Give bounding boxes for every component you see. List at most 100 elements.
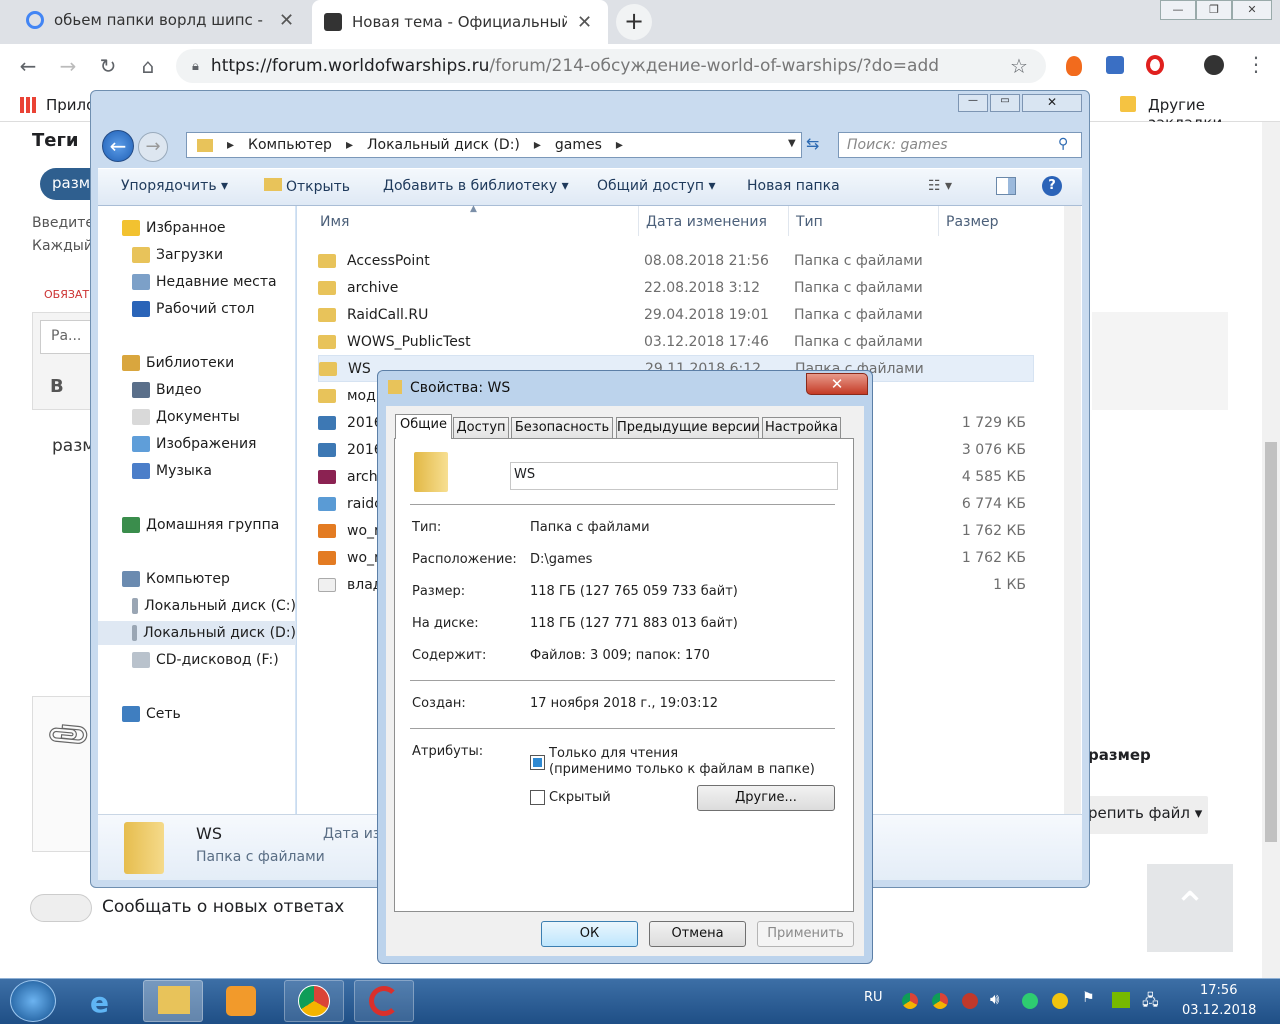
file-row[interactable]: AccessPoint 08.08.2018 21:56 Папка с файла… [318,247,1034,274]
update-tray-icon[interactable] [1052,993,1068,1009]
nav-item[interactable]: Компьютер [98,567,296,591]
flag-icon[interactable]: ⚑ [1082,990,1095,1006]
column-divider[interactable] [938,206,939,236]
share-menu[interactable]: Общий доступ ▾ [597,178,716,194]
explorer-search-input[interactable]: Поиск: games [838,132,1082,158]
file-row[interactable]: archive 22.08.2018 3:12 Папка с файлами [318,274,1034,301]
explorer-forward-icon[interactable]: → [138,132,168,162]
explorer-back-icon[interactable]: ← [102,130,134,162]
column-date[interactable]: Дата изменения [646,214,767,230]
explorer-close-button[interactable]: ✕ [1022,94,1082,112]
nav-item[interactable]: Локальный диск (C:) [98,594,296,618]
tab-security[interactable]: Безопасность [511,417,613,439]
breadcrumb-games[interactable]: games [555,137,602,153]
tab-previous-versions[interactable]: Предыдущие версии [616,417,760,439]
maximize-button[interactable]: ❐ [1196,0,1232,20]
ws-extension-icon[interactable] [1106,56,1124,74]
ok-button[interactable]: ОК [541,921,638,947]
apply-button[interactable]: Применить [757,921,854,947]
cancel-button[interactable]: Отмена [649,921,746,947]
bookmark-apps[interactable]: Прило [46,96,95,114]
breadcrumb-computer[interactable]: Компьютер [248,137,332,153]
refresh-icon[interactable]: ⇆ [806,134,819,153]
advanced-button[interactable]: Другие... [697,785,835,811]
chrome-tray-icon[interactable] [932,993,948,1009]
column-name[interactable]: Имя [320,214,349,230]
close-tab-icon[interactable]: ✕ [279,10,294,31]
file-row[interactable]: RaidCall.RU 29.04.2018 19:01 Папка с файла… [318,301,1034,328]
nav-item[interactable]: Сеть [98,702,296,726]
breadcrumb-drive-d[interactable]: Локальный диск (D:) [367,137,520,153]
nav-item[interactable]: Библиотеки [98,351,296,375]
scroll-top-icon[interactable]: ⌃ [1147,864,1233,952]
nav-item[interactable]: Рабочий стол [98,297,296,321]
explorer-breadcrumb[interactable]: ▸ Компьютер ▸ Локальный диск (D:) ▸ game… [186,132,802,158]
bookmark-star-icon[interactable]: ☆ [1010,54,1028,78]
home-icon[interactable]: ⌂ [134,54,162,78]
language-indicator[interactable]: RU [864,990,883,1005]
attach-file-button[interactable]: репить файл ▾ [1088,796,1208,834]
start-button[interactable] [10,980,56,1022]
menu-icon[interactable]: ⋮ [1246,52,1266,76]
opera-extension-icon[interactable] [1146,55,1164,75]
column-type[interactable]: Тип [796,214,823,230]
sync-tray-icon[interactable] [1022,993,1038,1009]
dialog-close-button[interactable]: ✕ [806,373,868,395]
file-row[interactable]: WOWS_PublicTest 03.12.2018 17:46 Папка с ф… [318,328,1034,355]
nav-item[interactable]: Локальный диск (D:) [98,621,296,645]
reload-icon[interactable]: ↻ [94,54,122,78]
tab-customize[interactable]: Настройка [762,417,841,439]
tab-sharing[interactable]: Доступ [453,417,509,439]
nav-item[interactable]: Загрузки [98,243,296,267]
close-tab-icon[interactable]: ✕ [577,12,592,33]
clock-date[interactable]: 03.12.2018 [1182,1003,1256,1018]
ninja-extension-icon[interactable] [1204,55,1224,75]
hidden-checkbox[interactable] [530,790,545,805]
column-size[interactable]: Размер [946,214,999,230]
nav-item[interactable]: Избранное [98,216,296,240]
help-icon[interactable]: ? [1042,176,1062,196]
volume-icon[interactable]: 🔊︎ [990,990,999,1008]
chrome-tray-icon[interactable] [902,993,918,1009]
notify-toggle[interactable] [30,894,92,922]
address-dropdown-icon[interactable]: ▼ [788,138,796,149]
nav-item[interactable]: Недавние места [98,270,296,294]
open-command[interactable]: Открыть [264,178,350,195]
add-to-library-menu[interactable]: Добавить в библиотеку ▾ [383,178,569,194]
search-icon[interactable]: ⚲ [1058,136,1068,152]
ie-icon[interactable]: e [90,986,109,1019]
nvidia-icon[interactable] [1112,992,1130,1008]
nav-item[interactable]: Музыка [98,459,296,483]
new-folder-button[interactable]: Новая папка [747,178,840,194]
minimize-button[interactable]: — [1160,0,1196,20]
nav-item[interactable]: Домашняя группа [98,513,296,537]
editor-text[interactable]: разм [52,436,95,456]
bold-button[interactable]: B [50,376,64,397]
nav-item[interactable]: Видео [98,378,296,402]
media-player-icon[interactable] [226,986,256,1016]
app-tray-icon[interactable] [962,993,978,1009]
explorer-minimize-button[interactable]: — [958,94,988,112]
format-select[interactable]: Ра... [40,320,96,354]
column-divider[interactable] [788,206,789,236]
address-bar[interactable]: 🔒︎ https://forum.worldofwarships.ru/foru… [176,49,1046,83]
file-pane-scrollbar[interactable] [1064,206,1081,814]
readonly-checkbox[interactable] [530,755,545,770]
page-scrollbar[interactable] [1262,122,1280,978]
nav-item[interactable]: Изображения [98,432,296,456]
column-divider[interactable] [638,206,639,236]
scrollbar-thumb[interactable] [1265,442,1277,842]
folder-name-input[interactable]: WS [510,462,838,490]
forward-icon[interactable]: → [54,54,82,78]
browser-tab-search[interactable]: обьем папки ворлд шипс - Пои ✕ [14,0,310,40]
new-tab-button[interactable]: + [616,4,652,40]
browser-tab-forum[interactable]: Новая тема - Официальный фо ✕ [312,0,608,44]
back-icon[interactable]: ← [14,54,42,78]
apps-icon[interactable] [20,97,36,113]
preview-pane-icon[interactable] [996,177,1016,195]
nav-item[interactable]: CD-дисковод (F:) [98,648,296,672]
clock-time[interactable]: 17:56 [1200,983,1237,998]
fire-extension-icon[interactable] [1066,56,1082,76]
tab-general[interactable]: Общие [395,414,452,439]
view-options-icon[interactable]: ☷ ▾ [928,178,952,194]
